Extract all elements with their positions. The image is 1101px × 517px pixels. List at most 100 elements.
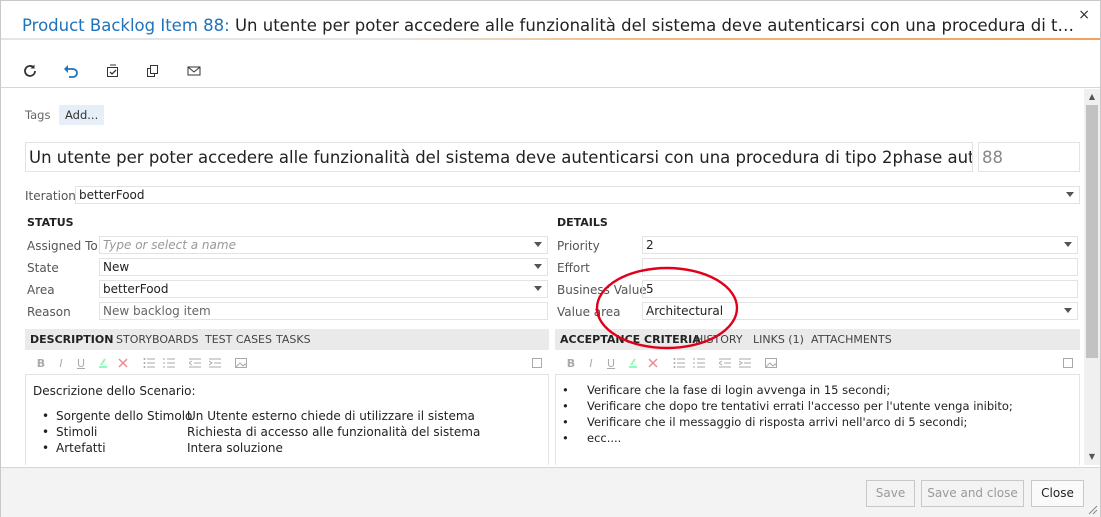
work-item-title-input[interactable]: Un utente per poter accedere alle funzio… — [25, 142, 973, 172]
list-item: ecc.... — [562, 431, 1013, 447]
tab-storyboards[interactable]: STORYBOARDS — [116, 333, 198, 346]
priority-value: 2 — [646, 238, 654, 252]
maximize-editor-icon[interactable] — [1061, 357, 1075, 371]
description-editor[interactable]: Descrizione dello Scenario: Sorgente del… — [25, 374, 549, 465]
work-item-type-label: Product Backlog Item 88: — [22, 16, 230, 35]
list-item-value: Richiesta di accesso alle funzionalità d… — [187, 425, 481, 439]
reason-field[interactable]: New backlog item — [99, 302, 548, 320]
bullet-list-icon[interactable] — [672, 357, 686, 371]
toolbar — [1, 57, 1100, 88]
state-select[interactable]: New — [99, 258, 548, 276]
chevron-down-icon — [534, 242, 542, 247]
details-heading: DETAILS — [557, 216, 608, 229]
work-item-dialog: Product Backlog Item 88: Un utente per p… — [0, 0, 1101, 517]
chevron-down-icon — [534, 264, 542, 269]
indent-icon[interactable] — [208, 357, 222, 371]
clear-format-icon[interactable] — [116, 357, 130, 371]
list-item: Sorgente dello StimoloUn Utente esterno … — [42, 409, 480, 425]
left-tab-bar: DESCRIPTION STORYBOARDS TEST CASES TASKS — [25, 329, 549, 350]
effort-label: Effort — [557, 261, 590, 275]
undo-icon[interactable] — [62, 62, 80, 80]
bold-button[interactable]: B — [564, 357, 578, 371]
numbered-list-icon[interactable] — [162, 357, 176, 371]
description-intro: Descrizione dello Scenario: — [33, 384, 196, 398]
highlight-icon[interactable] — [626, 357, 640, 371]
outdent-icon[interactable] — [188, 357, 202, 371]
insert-image-icon[interactable] — [764, 357, 778, 371]
tab-test-cases[interactable]: TEST CASES — [205, 333, 272, 346]
highlight-icon[interactable] — [96, 357, 110, 371]
tab-description[interactable]: DESCRIPTION — [30, 333, 113, 346]
italic-button[interactable]: I — [584, 357, 598, 371]
tab-attachments[interactable]: ATTACHMENTS — [811, 333, 892, 346]
acceptance-criteria-editor[interactable]: Verificare che la fase di login avvenga … — [555, 374, 1080, 465]
resize-grip-icon[interactable] — [1088, 505, 1098, 515]
description-list: Sorgente dello StimoloUn Utente esterno … — [42, 409, 481, 457]
italic-button[interactable]: I — [54, 357, 68, 371]
maximize-editor-icon[interactable] — [530, 357, 544, 371]
area-select[interactable]: betterFood — [99, 280, 548, 298]
iteration-label: Iteration — [25, 189, 76, 203]
state-label: State — [27, 261, 59, 275]
status-heading: STATUS — [27, 216, 74, 229]
numbered-list-icon[interactable] — [692, 357, 706, 371]
state-value: New — [103, 260, 130, 274]
list-item-value: Un Utente esterno chiede di utilizzare i… — [187, 409, 475, 423]
list-item-value: Intera soluzione — [187, 441, 283, 455]
area-value: betterFood — [103, 282, 169, 296]
area-label: Area — [27, 283, 55, 297]
dialog-title-text: Un utente per poter accedere alle funzio… — [234, 16, 1077, 35]
bold-button[interactable]: B — [34, 357, 48, 371]
iteration-select[interactable]: betterFood — [75, 186, 1080, 204]
assigned-to-label: Assigned To — [27, 239, 98, 253]
scroll-up-icon[interactable]: ▲ — [1087, 92, 1097, 102]
scroll-down-icon[interactable]: ▼ — [1087, 452, 1097, 462]
insert-image-icon[interactable] — [234, 357, 248, 371]
acceptance-criteria-list: Verificare che la fase di login avvenga … — [562, 383, 1013, 447]
close-icon[interactable]: × — [1078, 7, 1090, 23]
chevron-down-icon — [534, 286, 542, 291]
priority-select[interactable]: 2 — [642, 236, 1078, 254]
description-editor-toolbar: B I U — [25, 355, 549, 373]
clear-format-icon[interactable] — [646, 357, 660, 371]
form-body: Tags Add... Un utente per poter accedere… — [1, 89, 1084, 465]
save-button[interactable]: Save — [866, 480, 915, 507]
list-item-key: Sorgente dello Stimolo — [56, 409, 193, 423]
indent-icon[interactable] — [738, 357, 752, 371]
work-item-actions-icon[interactable] — [104, 62, 122, 80]
reason-label: Reason — [27, 305, 71, 319]
dialog-titlebar: Product Backlog Item 88: Un utente per p… — [1, 1, 1100, 39]
assigned-to-placeholder: Type or select a name — [103, 238, 236, 252]
tab-links[interactable]: LINKS (1) — [753, 333, 804, 346]
copy-icon[interactable] — [144, 62, 162, 80]
add-tag-button[interactable]: Add... — [59, 105, 105, 125]
work-item-id: 88 — [978, 142, 1080, 172]
dialog-title: Product Backlog Item 88: Un utente per p… — [22, 16, 1077, 35]
annotation-circle — [595, 266, 739, 350]
tags-label: Tags — [25, 108, 51, 122]
list-item: Artefatti Intera soluzione — [42, 441, 480, 457]
title-divider — [1, 38, 1100, 40]
list-item: Verificare che il messaggio di risposta … — [562, 415, 1013, 431]
dialog-footer: Save Save and close Close — [1, 467, 1100, 517]
email-icon[interactable] — [185, 62, 203, 80]
scrollbar-thumb[interactable] — [1086, 105, 1098, 358]
refresh-icon[interactable] — [21, 62, 39, 80]
save-and-close-button[interactable]: Save and close — [921, 480, 1024, 507]
assigned-to-input[interactable]: Type or select a name — [99, 236, 548, 254]
list-item: Stimoli Richiesta di accesso alle funzion… — [42, 425, 481, 441]
underline-button[interactable]: U — [604, 357, 618, 371]
close-button[interactable]: Close — [1031, 480, 1084, 507]
priority-label: Priority — [557, 239, 600, 253]
list-item-key: Artefatti — [56, 441, 106, 455]
underline-button[interactable]: U — [74, 357, 88, 371]
list-item-key: Stimoli — [56, 425, 98, 439]
reason-value: New backlog item — [103, 304, 211, 318]
list-item: Verificare che la fase di login avvenga … — [562, 383, 1013, 399]
vertical-scrollbar[interactable]: ▲ ▼ — [1084, 89, 1100, 465]
tab-tasks[interactable]: TASKS — [276, 333, 311, 346]
outdent-icon[interactable] — [718, 357, 732, 371]
chevron-down-icon — [1066, 192, 1074, 197]
bullet-list-icon[interactable] — [142, 357, 156, 371]
list-item: Verificare che dopo tre tentativi errati… — [562, 399, 1013, 415]
